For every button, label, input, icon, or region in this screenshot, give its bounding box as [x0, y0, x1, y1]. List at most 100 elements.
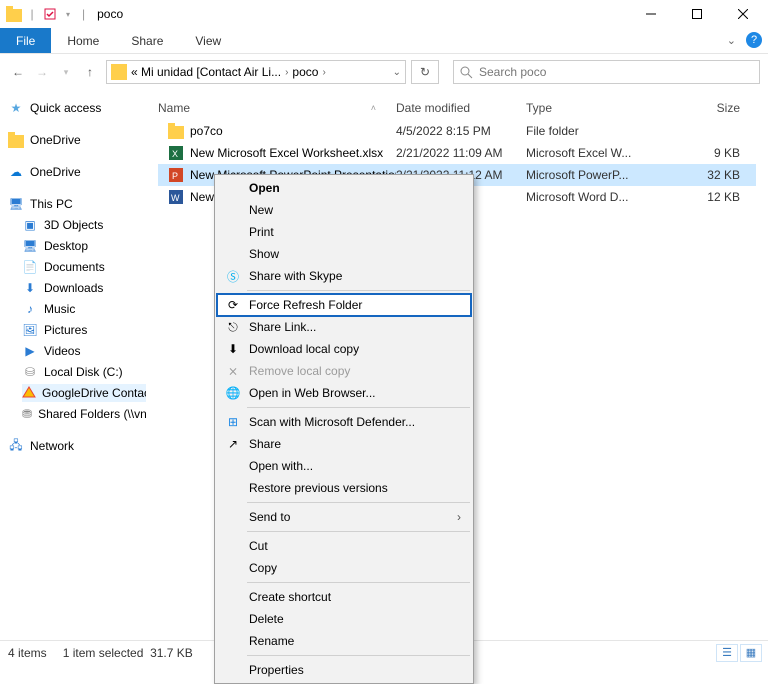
download-icon: ⬇ — [225, 341, 241, 357]
title-bar: | ▾ | poco — [0, 0, 768, 28]
menu-separator — [247, 582, 470, 583]
chevron-right-icon[interactable]: › — [322, 67, 325, 78]
column-size[interactable]: Size — [634, 101, 756, 115]
tab-share[interactable]: Share — [115, 28, 179, 53]
menu-open[interactable]: Open — [217, 177, 471, 199]
close-button[interactable] — [720, 0, 766, 28]
tree-network[interactable]: 🖧Network — [8, 437, 146, 455]
menu-download-local[interactable]: ⬇Download local copy — [217, 338, 471, 360]
properties-quick-icon[interactable] — [42, 6, 58, 22]
download-icon: ⬇ — [22, 280, 38, 296]
search-input[interactable]: Search poco — [453, 60, 760, 84]
tree-videos[interactable]: ▶Videos — [22, 342, 146, 360]
menu-separator — [247, 290, 470, 291]
monitor-icon: 🖥 — [8, 196, 24, 212]
file-row[interactable]: po7co 4/5/2022 8:15 PM File folder — [158, 120, 756, 142]
breadcrumb-segment[interactable]: poco — [292, 65, 318, 79]
qat-dropdown-icon[interactable]: ▾ — [60, 6, 76, 22]
svg-text:X: X — [172, 149, 178, 159]
menu-share-skype[interactable]: ⓈShare with Skype — [217, 265, 471, 287]
menu-create-shortcut[interactable]: Create shortcut — [217, 586, 471, 608]
desktop-icon: 🖥 — [22, 238, 38, 254]
column-date[interactable]: Date modified — [396, 101, 526, 115]
menu-restore-versions[interactable]: Restore previous versions — [217, 477, 471, 499]
menu-print[interactable]: Print — [217, 221, 471, 243]
back-button[interactable]: ← — [8, 62, 28, 82]
tree-3d-objects[interactable]: ▣3D Objects — [22, 216, 146, 234]
tab-home[interactable]: Home — [51, 28, 115, 53]
menu-rename[interactable]: Rename — [217, 630, 471, 652]
menu-share-link[interactable]: ⎋Share Link... — [217, 316, 471, 338]
menu-show[interactable]: Show — [217, 243, 471, 265]
svg-text:P: P — [172, 171, 178, 181]
menu-properties[interactable]: Properties — [217, 659, 471, 681]
nav-bar: ← → ▾ ↑ « Mi unidad [Contact Air Li... › … — [0, 54, 768, 90]
refresh-button[interactable]: ↻ — [411, 60, 439, 84]
star-icon: ★ — [8, 100, 24, 116]
document-icon: 📄 — [22, 259, 38, 275]
search-icon — [460, 66, 473, 79]
search-placeholder: Search poco — [479, 65, 546, 79]
video-icon: ▶ — [22, 343, 38, 359]
tree-onedrive[interactable]: ☁OneDrive — [8, 163, 146, 181]
remove-icon: ⨯ — [225, 363, 241, 379]
menu-delete[interactable]: Delete — [217, 608, 471, 630]
folder-icon — [111, 64, 127, 80]
tree-downloads[interactable]: ⬇Downloads — [22, 279, 146, 297]
menu-cut[interactable]: Cut — [217, 535, 471, 557]
folder-icon — [168, 123, 184, 139]
maximize-button[interactable] — [674, 0, 720, 28]
word-icon: W — [168, 189, 184, 205]
help-icon[interactable]: ? — [746, 32, 762, 48]
tree-local-disk[interactable]: ⛁Local Disk (C:) — [22, 363, 146, 381]
tree-music[interactable]: ♪Music — [22, 300, 146, 318]
menu-send-to[interactable]: Send to› — [217, 506, 471, 528]
ribbon-tabs: File Home Share View ⌄ ? — [0, 28, 768, 54]
divider-icon: | — [82, 7, 85, 21]
column-type[interactable]: Type — [526, 101, 634, 115]
recent-dropdown-icon[interactable]: ▾ — [56, 62, 76, 82]
menu-open-web[interactable]: 🌐Open in Web Browser... — [217, 382, 471, 404]
up-button[interactable]: ↑ — [80, 62, 100, 82]
file-row[interactable]: XNew Microsoft Excel Worksheet.xlsx 2/21… — [158, 142, 756, 164]
tree-onedrive[interactable]: OneDrive — [8, 131, 146, 149]
svg-text:W: W — [171, 193, 180, 203]
chevron-right-icon[interactable]: › — [285, 67, 288, 78]
ribbon-collapse-icon[interactable]: ⌄ — [727, 34, 736, 47]
tab-view[interactable]: View — [179, 28, 237, 53]
tree-pictures[interactable]: 🖼Pictures — [22, 321, 146, 339]
menu-force-refresh[interactable]: ⟳Force Refresh Folder — [217, 294, 471, 316]
tree-desktop[interactable]: 🖥Desktop — [22, 237, 146, 255]
skype-icon: Ⓢ — [225, 268, 241, 284]
tree-shared-folders[interactable]: ⛃Shared Folders (\\vn — [22, 405, 146, 423]
sort-indicator-icon: ˄ — [371, 103, 376, 113]
menu-copy[interactable]: Copy — [217, 557, 471, 579]
forward-button[interactable]: → — [32, 62, 52, 82]
tree-this-pc[interactable]: 🖥This PC — [8, 195, 146, 213]
column-headers: Name˄ Date modified Type Size — [158, 96, 756, 120]
view-details-button[interactable]: ☰ — [716, 644, 738, 662]
nav-tree: ★Quick access OneDrive ☁OneDrive 🖥This P… — [0, 90, 146, 638]
folder-icon — [6, 6, 22, 22]
powerpoint-icon: P — [168, 167, 184, 183]
menu-open-with[interactable]: Open with... — [217, 455, 471, 477]
column-name[interactable]: Name˄ — [158, 101, 396, 115]
tab-file[interactable]: File — [0, 28, 51, 53]
menu-new[interactable]: New — [217, 199, 471, 221]
tree-google-drive[interactable]: GoogleDrive Contac — [22, 384, 146, 402]
cube-icon: ▣ — [22, 217, 38, 233]
menu-scan-defender[interactable]: ⊞Scan with Microsoft Defender... — [217, 411, 471, 433]
view-icons-button[interactable]: ▦ — [740, 644, 762, 662]
tree-quick-access[interactable]: ★Quick access — [8, 99, 146, 117]
cloud-icon: ☁ — [8, 164, 24, 180]
minimize-button[interactable] — [628, 0, 674, 28]
refresh-icon: ⟳ — [225, 297, 241, 313]
address-bar[interactable]: « Mi unidad [Contact Air Li... › poco › ⌄ — [106, 60, 406, 84]
chevron-down-icon[interactable]: ⌄ — [393, 67, 401, 78]
tree-documents[interactable]: 📄Documents — [22, 258, 146, 276]
disk-icon: ⛁ — [22, 364, 38, 380]
share-icon: ↗ — [225, 436, 241, 452]
breadcrumb-segment[interactable]: « Mi unidad [Contact Air Li... — [131, 65, 281, 79]
network-icon: 🖧 — [8, 438, 24, 454]
menu-share[interactable]: ↗Share — [217, 433, 471, 455]
